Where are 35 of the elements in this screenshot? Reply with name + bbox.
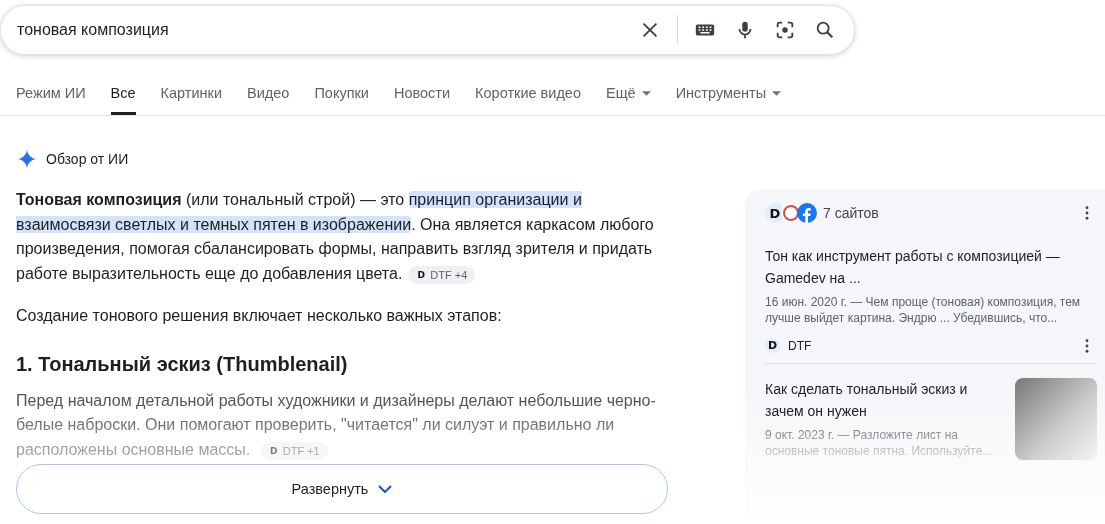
- search-tab[interactable]: Покупки: [314, 85, 369, 115]
- search-tab[interactable]: Короткие видео: [475, 85, 581, 115]
- overview-paragraph: Создание тонового решения включает несколько важных этапов:: [16, 306, 503, 326]
- facebook-icon: [797, 203, 817, 223]
- search-tab[interactable]: Новости: [393, 85, 451, 115]
- search-tab[interactable]: Картинки: [160, 85, 223, 115]
- source-snippet: 9 окт. 2023 г. — Разложите лист на основные тоновые пятна. Используйте...: [765, 427, 994, 459]
- search-icon[interactable]: [814, 19, 836, 41]
- site-logo-icon: D: [765, 203, 785, 223]
- sparkle-icon: [16, 148, 38, 170]
- overview-title: Обзор от ИИ: [46, 151, 129, 167]
- search-tab[interactable]: Видео: [247, 85, 290, 115]
- source-name: DTF: [788, 338, 813, 353]
- overview-paragraph: Тоновая композиция (или тональный строй) — это принцип организации и взаимосвязи светлых и темных пятен в изображении. Она является каркасом любого произведения, помогая сбалансировать формы, направить взгляд зрителя и придать работе выразительность еще до добавления цвета. D DTF +4: [16, 190, 655, 286]
- source-title[interactable]: Тон как инструмент работы с композицией — Gamedev на ...: [765, 245, 1091, 289]
- sites-count[interactable]: 7 сайтов: [823, 205, 1085, 221]
- expand-button[interactable]: Развернуть: [16, 464, 668, 514]
- source-snippet: 16 июн. 2020 г. — Чем проще (тоновая) композиция, тем лучше выйдет картина. Эндрю ... Убедившись, что...: [765, 294, 1082, 326]
- camera-icon[interactable]: [774, 19, 796, 41]
- search-bar[interactable]: тоновая композиция: [0, 5, 855, 55]
- caret-icon[interactable]: [641, 91, 651, 96]
- section-heading: 1. Тональный эскиз (Thumblenail): [16, 351, 349, 377]
- site-logo-icon: D: [765, 338, 780, 353]
- source-title[interactable]: Как сделать тональный эскиз и зачем он нужен: [765, 378, 1005, 422]
- search-tab[interactable]: Режим ИИ: [16, 85, 86, 115]
- search-tab[interactable]: Инструменты: [675, 85, 782, 115]
- more-icon[interactable]: [1085, 338, 1089, 353]
- search-tab[interactable]: Все: [110, 85, 136, 115]
- source-chip[interactable]: D DTF +1: [260, 441, 328, 460]
- caret-icon[interactable]: [772, 91, 782, 96]
- search-tab[interactable]: Ещё: [606, 85, 651, 115]
- chevron-down-icon[interactable]: [378, 485, 393, 493]
- search-field[interactable]: тоновая композиция: [17, 21, 621, 39]
- more-icon[interactable]: [1085, 206, 1089, 220]
- source-chip[interactable]: D DTF +4: [408, 265, 476, 284]
